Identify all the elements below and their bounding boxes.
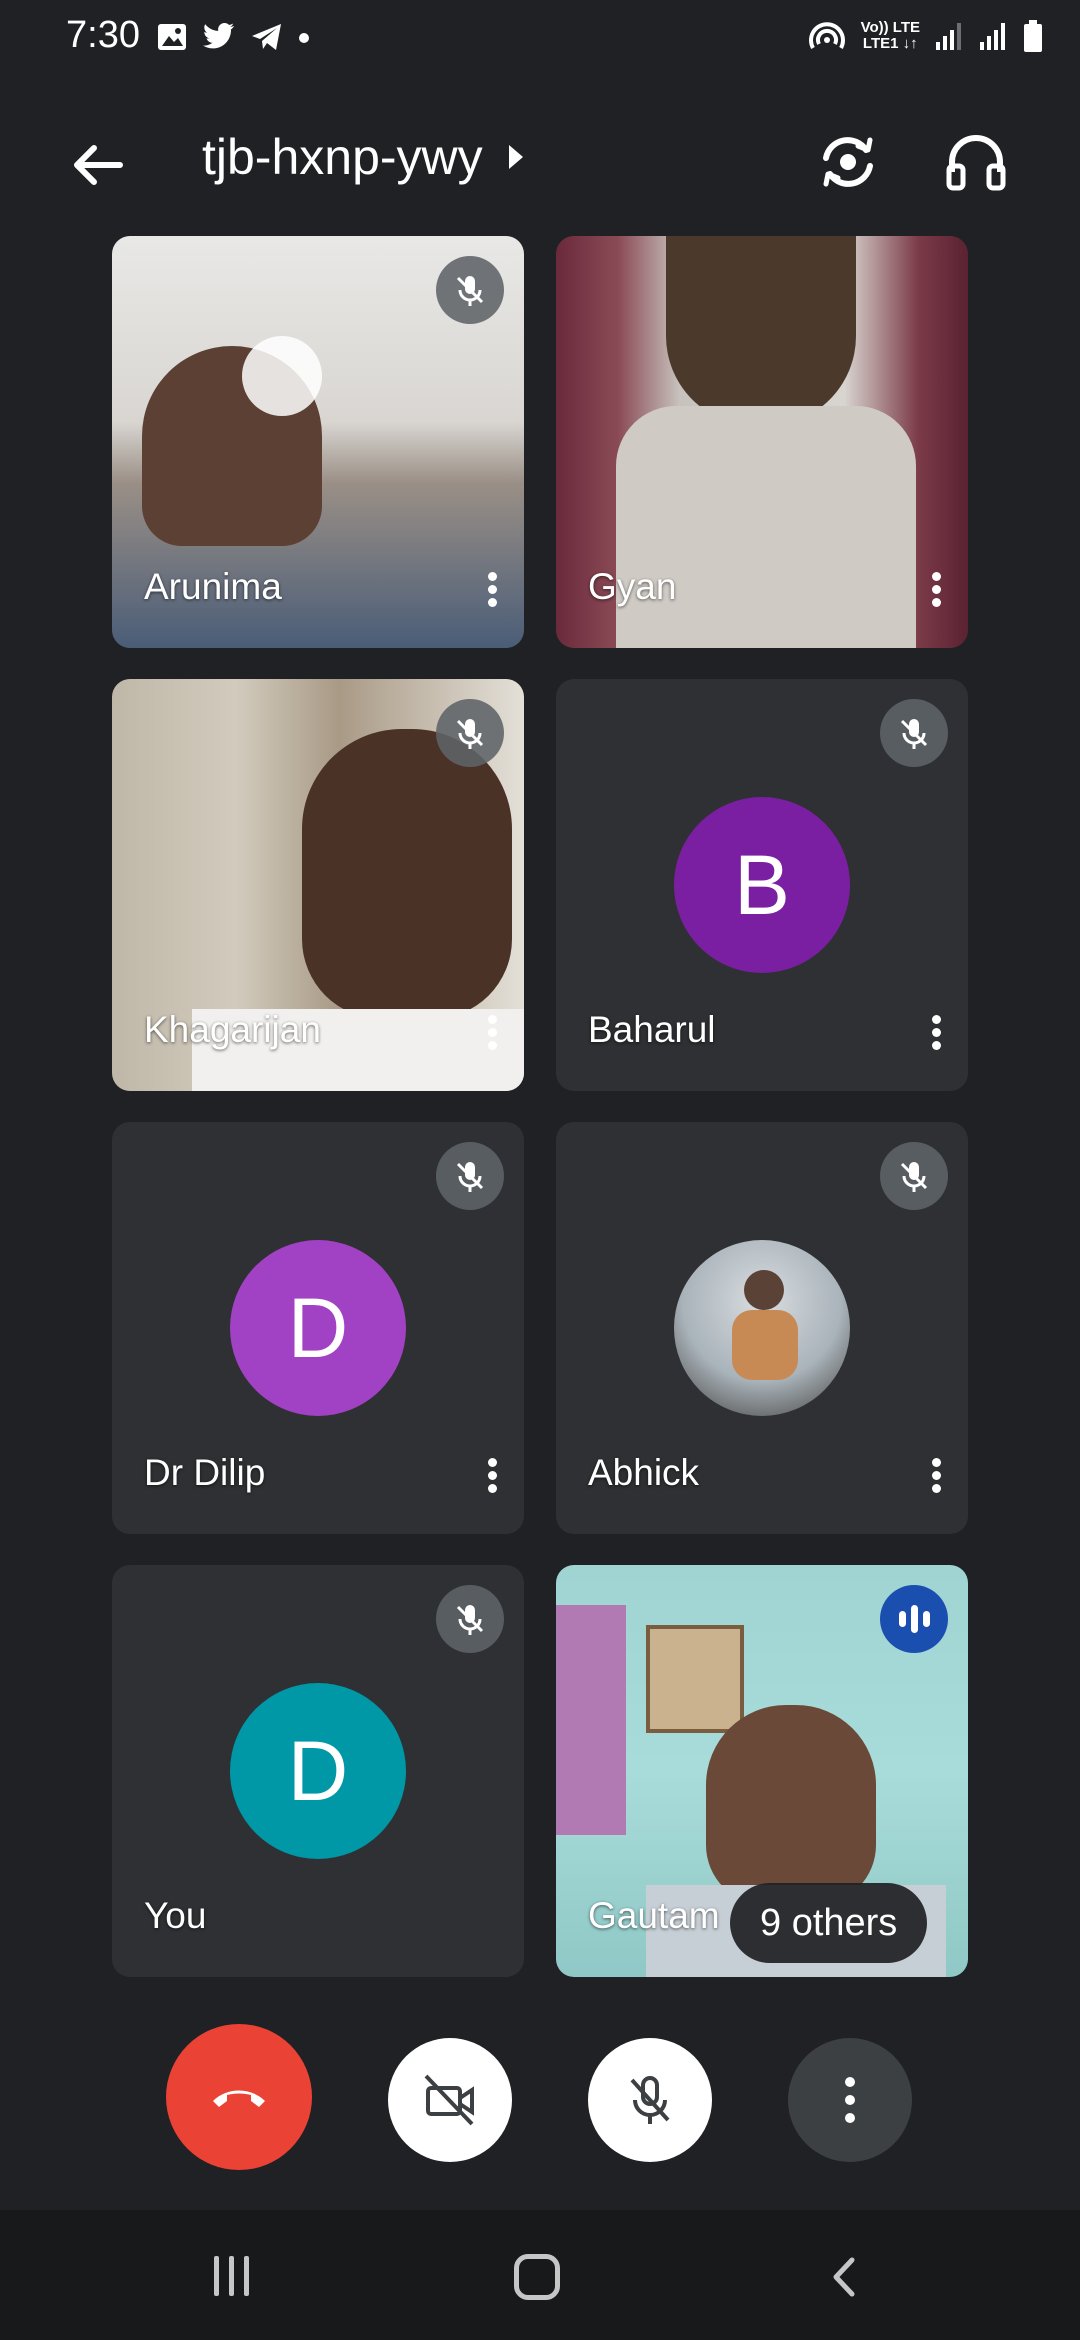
switch-camera-icon bbox=[823, 137, 873, 187]
more-vert-icon[interactable] bbox=[476, 1454, 508, 1502]
participant-tile[interactable]: Arunima bbox=[112, 236, 524, 648]
lte-indicator: Vo)) LTE LTE1 ↓↑ bbox=[860, 19, 920, 52]
more-vert-icon[interactable] bbox=[476, 568, 508, 616]
mic-off-icon bbox=[900, 1162, 928, 1192]
avatar-initial: B bbox=[733, 837, 791, 932]
battery-icon bbox=[1024, 20, 1042, 52]
participant-tile[interactable]: Gyan bbox=[556, 236, 968, 648]
gallery-icon bbox=[158, 24, 186, 50]
participant-name: You bbox=[144, 1895, 207, 1936]
signal-icon bbox=[980, 23, 1005, 50]
participant-tile[interactable]: B Baharul bbox=[556, 679, 968, 1091]
muted-indicator bbox=[436, 1585, 504, 1653]
more-vert-icon[interactable] bbox=[920, 1011, 952, 1059]
more-options-button[interactable] bbox=[788, 2038, 912, 2162]
muted-indicator bbox=[436, 1142, 504, 1210]
back-arrow-icon bbox=[74, 145, 123, 185]
participant-name: Arunima bbox=[144, 566, 282, 607]
switch-camera-button[interactable] bbox=[812, 126, 884, 198]
recents-icon[interactable] bbox=[214, 2256, 249, 2296]
avatar: D bbox=[230, 1683, 406, 1859]
dot-icon bbox=[299, 33, 309, 43]
mic-off-icon bbox=[630, 2076, 670, 2124]
participant-tile[interactable]: Abhick bbox=[556, 1122, 968, 1534]
participant-name: Khagarijan bbox=[144, 1009, 321, 1050]
notification-icons bbox=[156, 22, 310, 52]
more-vert-icon[interactable] bbox=[920, 568, 952, 616]
headphones-icon bbox=[946, 135, 1006, 191]
participant-grid: Arunima Gyan Khagarijan B Baharul D Dr D… bbox=[112, 236, 970, 1977]
mic-off-icon bbox=[456, 276, 484, 306]
participant-tile-self[interactable]: D You bbox=[112, 1565, 524, 1977]
avatar-initial: D bbox=[287, 1280, 349, 1375]
participant-name: Gyan bbox=[588, 566, 677, 607]
avatar-photo bbox=[674, 1240, 850, 1416]
avatar-initial: D bbox=[287, 1723, 349, 1818]
status-bar: 7:30 Vo)) LTE LTE1 ↓↑ bbox=[0, 0, 1080, 80]
participant-name: Baharul bbox=[588, 1009, 716, 1050]
hotspot-icon bbox=[808, 22, 845, 49]
muted-indicator bbox=[436, 699, 504, 767]
participant-name: Dr Dilip bbox=[144, 1452, 266, 1493]
system-icons: Vo)) LTE LTE1 ↓↑ bbox=[807, 18, 1044, 54]
signal-icon bbox=[936, 23, 961, 50]
end-call-button[interactable] bbox=[166, 2024, 312, 2170]
more-vert-icon[interactable] bbox=[920, 1454, 952, 1502]
mic-toggle-button[interactable] bbox=[588, 2038, 712, 2162]
mic-off-icon bbox=[456, 1605, 484, 1635]
speaking-indicator bbox=[880, 1585, 948, 1653]
participant-tile[interactable]: Gautam 9 others bbox=[556, 1565, 968, 1977]
status-time: 7:30 bbox=[66, 14, 140, 56]
call-controls bbox=[0, 2024, 1080, 2174]
muted-indicator bbox=[880, 699, 948, 767]
participant-name: Abhick bbox=[588, 1452, 700, 1493]
muted-indicator bbox=[436, 256, 504, 324]
participant-tile[interactable]: Khagarijan bbox=[112, 679, 524, 1091]
more-vert-icon[interactable] bbox=[476, 1011, 508, 1059]
end-call-icon bbox=[213, 2090, 265, 2107]
camera-off-icon bbox=[424, 2074, 474, 2126]
mic-off-icon bbox=[456, 719, 484, 749]
caret-right-icon bbox=[508, 145, 523, 169]
mic-off-icon bbox=[456, 1162, 484, 1192]
home-icon[interactable] bbox=[514, 2254, 560, 2300]
participant-tile[interactable]: D Dr Dilip bbox=[112, 1122, 524, 1534]
more-vert-icon bbox=[845, 2073, 855, 2127]
meeting-code: tjb-hxnp-ywy bbox=[202, 129, 483, 185]
audio-output-button[interactable] bbox=[940, 126, 1012, 198]
avatar: D bbox=[230, 1240, 406, 1416]
muted-indicator bbox=[880, 1142, 948, 1210]
participant-name: Gautam bbox=[588, 1895, 720, 1936]
meeting-title-button[interactable]: tjb-hxnp-ywy bbox=[202, 128, 523, 186]
back-icon[interactable] bbox=[822, 2254, 868, 2300]
back-button[interactable] bbox=[62, 130, 132, 200]
mic-off-icon bbox=[900, 719, 928, 749]
telegram-icon bbox=[252, 24, 281, 50]
camera-toggle-button[interactable] bbox=[388, 2038, 512, 2162]
system-nav-bar bbox=[0, 2210, 1080, 2340]
twitter-icon bbox=[203, 23, 235, 49]
others-button[interactable]: 9 others bbox=[730, 1883, 928, 1963]
avatar: B bbox=[674, 797, 850, 973]
meeting-header: tjb-hxnp-ywy bbox=[0, 110, 1080, 210]
